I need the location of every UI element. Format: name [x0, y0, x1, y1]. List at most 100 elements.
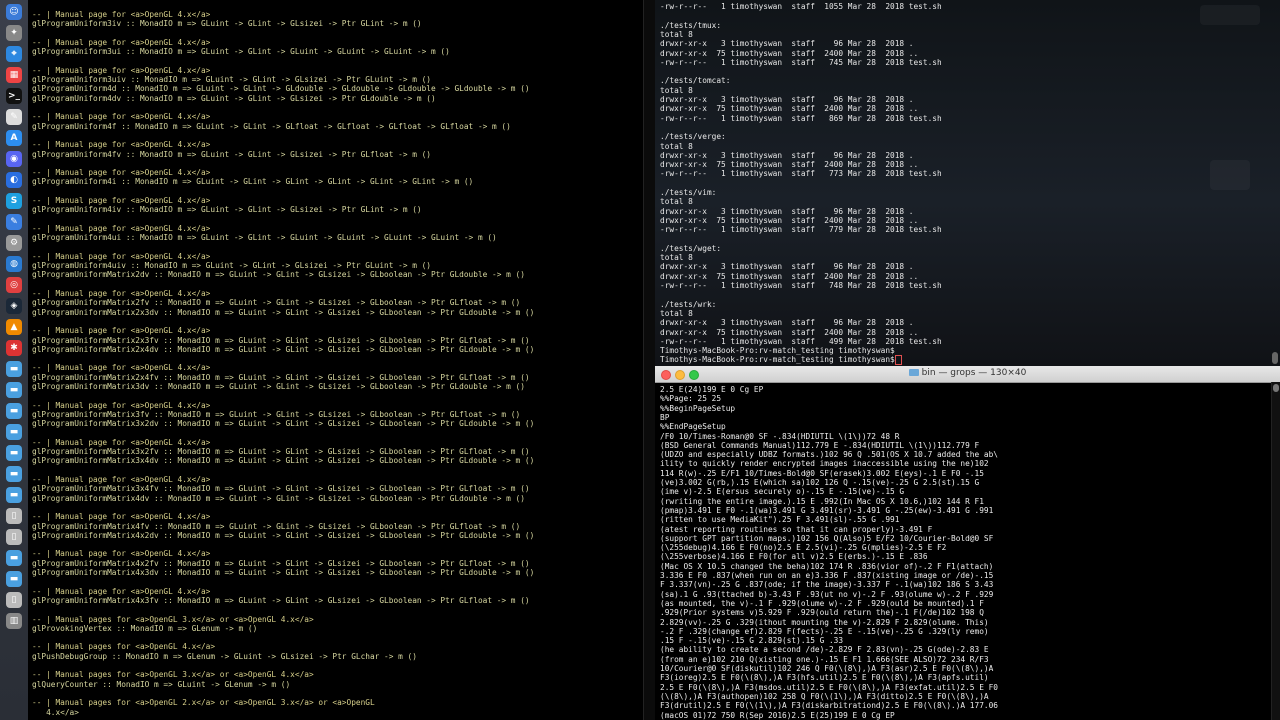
steam-icon[interactable]: ◈ — [6, 298, 22, 314]
terminal-line: glProgramUniform3ui :: MonadIO m => GLui… — [32, 47, 450, 57]
dock: ☺ ✦ ⌖ ▦ >_ ✎ A ◉ ◐ S ✎ ⚙ ◍ ◎ ◈ ▲ ✱ ▬ ▬ ▬ ▬ ▬ ▬ ▬ ▯ ▯ ▬ ▬ ▯ ▥ — [0, 0, 29, 720]
globe-icon[interactable]: ◍ — [6, 256, 22, 272]
terminal-line: Timothys-MacBook-Pro:rv-match_testing ti… — [660, 355, 900, 365]
groff-terminal-window[interactable]: bin — grops — 130×40 2.5 E(24)199 E 0 Cg… — [655, 366, 1280, 720]
terminal-line: drwxr-xr-x 75 timothyswan staff 2400 Mar… — [660, 271, 919, 281]
document-icon[interactable]: ▯ — [6, 529, 22, 545]
right-terminal-window[interactable]: -rw-r--r-- 1 timothyswan staff 1055 Mar … — [655, 0, 1280, 366]
groff-output: 2.5 E(24)199 E 0 Cg EP %%Page: 25 25 %%Beg… — [655, 383, 1280, 720]
terminal-line: -rw-r--r-- 1 timothyswan staff 779 Mar 2… — [660, 225, 942, 235]
launchpad-icon[interactable]: ✦ — [6, 25, 22, 41]
terminal-line: -rw-r--r-- 1 timothyswan staff 499 Mar 2… — [660, 336, 942, 346]
scrollbar-thumb[interactable] — [1273, 384, 1279, 392]
terminal-line: -rw-r--r-- 1 timothyswan staff 869 Mar 2… — [660, 113, 942, 123]
terminal-line: total 8 — [660, 141, 693, 151]
terminal-line: (\(8\),)A F3(authopen)102 258 Q F0(\(1\)… — [660, 691, 989, 701]
terminal-line: glProgramUniformMatrix2fv :: MonadIO m =… — [32, 298, 521, 308]
vlc-icon[interactable]: ▲ — [6, 319, 22, 335]
terminal-line: glProgramUniformMatrix3fv :: MonadIO m =… — [32, 409, 521, 419]
terminal-line: -rw-r--r-- 1 timothyswan staff 1055 Mar … — [660, 2, 942, 11]
terminal-line: drwxr-xr-x 75 timothyswan staff 2400 Mar… — [660, 215, 919, 225]
terminal-line: glProgramUniformMatrix2dv :: MonadIO m =… — [32, 270, 525, 280]
terminal-line: glProgramUniform4f :: MonadIO m => GLuin… — [32, 121, 511, 131]
scrollbar[interactable] — [1271, 382, 1280, 720]
window-titlebar[interactable]: bin — grops — 130×40 — [655, 366, 1280, 383]
folder-icon[interactable]: ▬ — [6, 550, 22, 566]
terminal-line: -- | Manual page for <a>OpenGL 4.x</a> — [32, 65, 211, 75]
utility-icon[interactable]: ⚙ — [6, 235, 22, 251]
terminal-line: 3.336 E F0 .837(when run on an e)3.336 F… — [660, 571, 994, 580]
terminal-line: glProgramUniform4iv :: MonadIO m => GLui… — [32, 205, 422, 215]
safari-icon[interactable]: ⌖ — [6, 46, 22, 62]
document-icon[interactable]: ▯ — [6, 508, 22, 524]
terminal-line: glProgramUniformMatrix4dv :: MonadIO m =… — [32, 493, 525, 503]
terminal-line: 114 R(w)-.25 E/F1 10/Times-Bold@0 SF(era… — [660, 468, 984, 478]
terminal-line: -- | Manual page for <a>OpenGL 4.x</a> — [32, 289, 211, 298]
terminal-line: glProgramUniformMatrix3x4fv :: MonadIO m… — [32, 484, 530, 494]
terminal-line: glProgramUniformMatrix3x2fv :: MonadIO m… — [32, 447, 530, 457]
firefox-icon[interactable]: ◐ — [6, 172, 22, 188]
terminal-line: glProgramUniform3iv :: MonadIO m => GLui… — [32, 19, 422, 29]
bug-icon[interactable]: ✱ — [6, 340, 22, 356]
folder-icon[interactable]: ▬ — [6, 403, 22, 419]
terminal-line: (UDZO and especially UDBZ formats.)102 9… — [660, 450, 998, 460]
terminal-line: 4.x</a> — [32, 707, 79, 717]
textedit-icon[interactable]: ✎ — [6, 109, 22, 125]
terminal-line: glProgramUniform3uiv :: MonadIO m => GLu… — [32, 75, 432, 85]
scrollbar-thumb[interactable] — [1272, 352, 1278, 364]
folder-icon[interactable]: ▬ — [6, 466, 22, 482]
terminal-line: total 8 — [660, 29, 693, 39]
folder-icon[interactable]: ▬ — [6, 424, 22, 440]
terminal-icon[interactable]: >_ — [6, 88, 22, 104]
terminal-line: -- | Manual pages for <a>OpenGL 2.x</a> … — [32, 698, 375, 708]
terminal-line: ./tests/wrk: — [660, 299, 717, 309]
terminal-line: -- | Manual pages for <a>OpenGL 4.x</a> — [32, 642, 216, 652]
terminal-line: drwxr-xr-x 3 timothyswan staff 96 Mar 28… — [660, 262, 914, 272]
terminal-line: -- | Manual page for <a>OpenGL 4.x</a> — [32, 586, 211, 596]
terminal-line: glProgramUniform4i :: MonadIO m => GLuin… — [32, 177, 474, 187]
terminal-line: (macOS 01)72 750 R(Sep 2016)2.5 E(25)199… — [660, 710, 895, 720]
folder-icon[interactable]: ▬ — [6, 445, 22, 461]
terminal-line: glProgramUniformMatrix3x4dv :: MonadIO m… — [32, 456, 535, 466]
terminal-line: -- | Manual page for <a>OpenGL 4.x</a> — [32, 196, 211, 205]
folder-icon[interactable]: ▬ — [6, 382, 22, 398]
terminal-line: glProgramUniformMatrix3dv :: MonadIO m =… — [32, 382, 525, 391]
terminal-line: (rwriting the entire image.).15 E .992(I… — [660, 496, 984, 506]
terminal-line: (ime v)-2.5 E(ersus securely o)-.15 E -.… — [660, 487, 905, 497]
terminal-line: -- | Manual page for <a>OpenGL 4.x</a> — [32, 140, 211, 150]
folder-icon — [908, 369, 919, 376]
terminal-line: /F0 10/Times-Roman@0 SF -.834(HDIUTIL \(… — [660, 431, 900, 441]
terminal-line: -rw-r--r-- 1 timothyswan staff 748 Mar 2… — [660, 281, 942, 290]
terminal-line: drwxr-xr-x 75 timothyswan staff 2400 Mar… — [660, 160, 919, 170]
appstore-icon[interactable]: A — [6, 130, 22, 146]
terminal-line: glProgramUniform4fv :: MonadIO m => GLui… — [32, 149, 432, 159]
calendar-icon[interactable]: ▦ — [6, 67, 22, 83]
folder-icon[interactable]: ▬ — [6, 361, 22, 377]
finder-icon[interactable]: ☺ — [6, 4, 22, 20]
terminal-line: -- | Manual page for <a>OpenGL 4.x</a> — [32, 37, 211, 47]
terminal-line: glProvokingVertex :: MonadIO m => GLenum… — [32, 623, 258, 633]
terminal-line: -- | Manual page for <a>OpenGL 4.x</a> — [32, 475, 211, 484]
skype-icon[interactable]: S — [6, 193, 22, 209]
terminal-line: BP — [660, 412, 670, 422]
folder-icon[interactable]: ▬ — [6, 571, 22, 587]
folder-icon[interactable]: ▬ — [6, 487, 22, 503]
terminal-line: -- | Manual page for <a>OpenGL 4.x</a> — [32, 363, 211, 373]
terminal-line: -- | Manual page for <a>OpenGL 4.x</a> — [32, 251, 211, 261]
terminal-line: -- | Manual page for <a>OpenGL 4.x</a> — [32, 223, 211, 233]
terminal-line: glProgramUniformMatrix2x3dv :: MonadIO m… — [32, 307, 535, 317]
trash-icon[interactable]: ▥ — [6, 613, 22, 629]
pen-icon[interactable]: ✎ — [6, 214, 22, 230]
chrome-icon[interactable]: ◎ — [6, 277, 22, 293]
terminal-line: (ritten to use MediaKit").25 F 3.491(sl)… — [660, 515, 900, 525]
discord-icon[interactable]: ◉ — [6, 151, 22, 167]
left-terminal-window[interactable]: -- | Manual page for <a>OpenGL 4.x</a> gl… — [28, 0, 643, 720]
terminal-line: glProgramUniformMatrix2x4fv :: MonadIO m… — [32, 372, 530, 382]
document-icon[interactable]: ▯ — [6, 592, 22, 608]
terminal-line: .15 F -.15(ve)-.15 G 2.829(st).15 G .33 — [660, 636, 844, 646]
terminal-line: .929(Prior systems v)5.929 F .929(ould r… — [660, 608, 984, 618]
terminal-line: ./tests/wget: — [660, 243, 722, 253]
terminal-line: (he ability to create a second /de)-2.82… — [660, 645, 989, 655]
terminal-line: total 8 — [660, 308, 693, 318]
terminal-line: (from an e)102 210 Q(xisting one.)-.15 E… — [660, 654, 989, 664]
